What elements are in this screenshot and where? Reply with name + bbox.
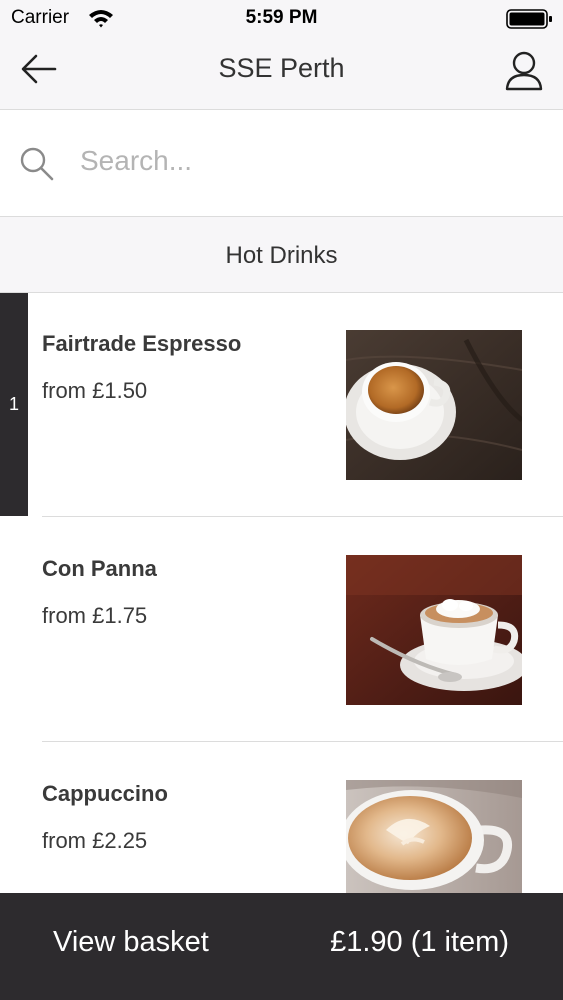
espresso-photo [346,330,522,480]
product-price: from £2.25 [42,828,148,853]
con-panna-photo [346,555,522,705]
product-name: Cappuccino [42,781,168,806]
battery-icon [506,9,554,34]
search-input[interactable] [80,138,540,184]
search-icon [19,146,55,187]
page-title: SSE Perth [218,53,345,83]
product-name: Fairtrade Espresso [42,331,242,356]
search-bar [0,110,563,217]
app-screen: Carrier 5:59 PM SSE Perth Search... Hot … [0,0,563,1000]
cappuccino-photo [346,780,522,893]
category-header: Hot Drinks [0,217,563,293]
basket-total: £1.90 (1 item) [330,926,509,958]
basket-label: View basket [53,926,209,958]
product-price: from £1.50 [42,378,148,403]
nav-bar: SSE Perth [0,36,563,110]
row-divider [42,516,563,517]
user-profile-icon[interactable] [504,50,544,97]
category-title: Hot Drinks [225,242,338,269]
view-basket-button[interactable]: View basket £1.90 (1 item) [0,893,563,1000]
status-bar: Carrier 5:59 PM [0,0,563,36]
quantity-count: 1 [8,394,19,414]
product-price: from £1.75 [42,603,148,628]
row-divider [42,741,563,742]
product-item-espresso[interactable]: 1 Fairtrade Espresso from £1.50 [0,293,563,517]
product-name: Con Panna [42,556,157,581]
quantity-badge: 1 [0,293,28,516]
status-time: 5:59 PM [245,7,318,28]
product-item-con-panna[interactable]: Con Panna from £1.75 [0,518,563,742]
